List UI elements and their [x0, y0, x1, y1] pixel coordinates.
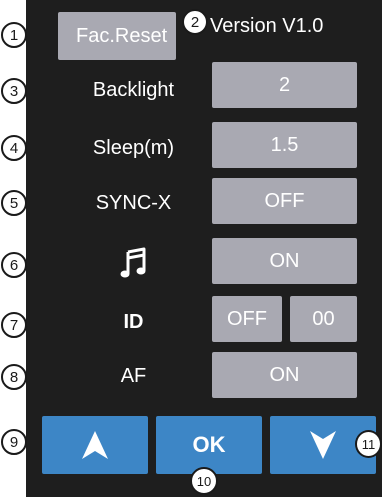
ok-label: OK — [192, 432, 226, 457]
backlight-value-button[interactable]: 2 — [212, 62, 357, 108]
id-number-button[interactable]: 00 — [290, 296, 357, 342]
callout-11: 11 — [355, 430, 382, 458]
callout-2: 2 — [182, 9, 208, 35]
callout-7: 7 — [1, 312, 27, 338]
callout-9: 9 — [1, 429, 27, 455]
ok-button[interactable]: OK — [156, 416, 262, 474]
version-text: Version V1.0 — [210, 14, 324, 37]
af-value-button[interactable]: ON — [212, 352, 357, 398]
callout-1: 1 — [1, 22, 27, 48]
id-toggle-button[interactable]: OFF — [212, 296, 282, 342]
id-label: ID — [123, 310, 144, 333]
music-note-icon — [120, 247, 145, 278]
sleep-value-button[interactable]: 1.5 — [212, 122, 357, 168]
up-button[interactable] — [42, 416, 148, 474]
factory-reset-label: Fac.Reset — [76, 24, 168, 47]
arrow-down-icon — [310, 431, 336, 459]
callout-10: 10 — [190, 467, 218, 495]
backlight-label: Backlight — [92, 78, 175, 101]
callout-5: 5 — [1, 190, 27, 216]
arrow-up-icon — [82, 431, 108, 459]
callout-4: 4 — [1, 135, 27, 161]
sound-label — [56, 240, 211, 286]
sync-label: SYNC-X — [95, 191, 172, 214]
factory-reset-button[interactable]: Fac.Reset — [58, 12, 176, 60]
sound-value-button[interactable]: ON — [212, 238, 357, 284]
sleep-label: Sleep(m) — [92, 136, 175, 159]
callout-3: 3 — [1, 78, 27, 104]
callout-8: 8 — [1, 364, 27, 390]
af-label: AF — [120, 364, 147, 387]
sync-value-button[interactable]: OFF — [212, 178, 357, 224]
callout-6: 6 — [1, 252, 27, 278]
